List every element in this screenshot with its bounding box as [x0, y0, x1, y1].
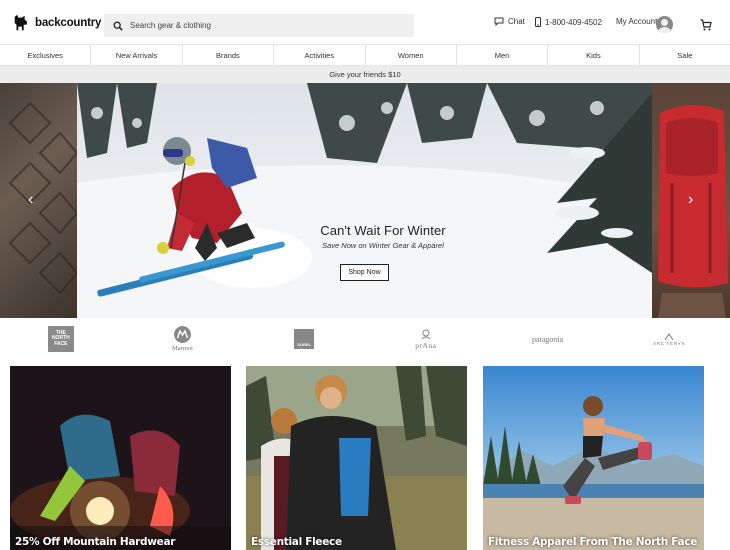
nav-item-men[interactable]: Men: [457, 45, 549, 65]
hero-carousel: ‹ › Can't Wait For Winter Save Now on Wi…: [0, 83, 730, 318]
goat-logo-icon: [14, 14, 28, 31]
chat-icon: [494, 17, 504, 26]
promo-tile-fitness-apparel[interactable]: Fitness Apparel From The North Face: [483, 366, 704, 550]
hero-title: Can't Wait For Winter: [320, 223, 446, 238]
hero-subtitle: Save Now on Winter Gear & Apparel: [322, 241, 444, 250]
brand-the-north-face[interactable]: THE NORTH FACE: [0, 318, 122, 360]
knit-pattern-image: [8, 101, 79, 295]
logo-text: backcountry: [35, 17, 102, 29]
promo-tile-essential-fleece[interactable]: Essential Fleece: [246, 366, 467, 550]
arcteryx-logo: ARC'TERYX: [652, 332, 686, 346]
hero-slide[interactable]: [77, 83, 652, 318]
cart-icon[interactable]: [700, 19, 712, 31]
nav-item-new-arrivals[interactable]: New Arrivals: [91, 45, 183, 65]
prana-wordmark: prAna: [415, 340, 437, 350]
brand-prana[interactable]: prAna: [365, 318, 487, 360]
avatar-icon[interactable]: [656, 16, 673, 33]
phone-icon: [535, 17, 541, 27]
nav-item-exclusives[interactable]: Exclusives: [0, 45, 92, 65]
promo-banner[interactable]: Give your friends $10: [0, 66, 730, 83]
the-north-face-logo: THE NORTH FACE: [47, 326, 74, 352]
nav-item-kids[interactable]: Kids: [548, 45, 640, 65]
marmot-logo: Marmot: [172, 326, 193, 352]
brand-arcteryx[interactable]: ARC'TERYX: [608, 318, 730, 360]
prana-leaf-icon: [421, 329, 431, 339]
promo-text: Give your friends $10: [329, 70, 401, 79]
shop-now-button[interactable]: Shop Now: [340, 264, 389, 281]
my-account-label: My Account: [616, 17, 658, 26]
carousel-next-arrow[interactable]: ›: [688, 191, 693, 209]
sorel-logo: SOREL: [294, 329, 315, 349]
camping-lantern-image: [10, 366, 231, 550]
search-bar[interactable]: [104, 14, 414, 37]
nav-item-sale[interactable]: Sale: [640, 45, 730, 65]
nav-item-activities[interactable]: Activities: [274, 45, 366, 65]
tile-caption-fitness-apparel: Fitness Apparel From The North Face: [488, 536, 698, 548]
brand-marmot[interactable]: Marmot: [122, 318, 244, 360]
search-input[interactable]: [130, 21, 400, 30]
skier-hero-image: [77, 83, 652, 318]
marmot-wordmark: Marmot: [172, 345, 193, 352]
prev-slide-preview[interactable]: [0, 83, 79, 318]
phone-number: 1-800-409-4502: [545, 17, 602, 27]
brand-strip: THE NORTH FACE Marmot SOREL prAna patago…: [0, 318, 730, 360]
fleece-couple-image: [246, 366, 467, 550]
hero-text-block: Can't Wait For Winter Save Now on Winter…: [303, 223, 463, 250]
nav-item-brands[interactable]: Brands: [183, 45, 275, 65]
brand-patagonia[interactable]: patagonia: [487, 318, 609, 360]
carousel-prev-arrow[interactable]: ‹: [28, 191, 33, 209]
marmot-m-icon: [174, 326, 191, 343]
site-header: backcountry Chat 1-800-409-4502 My Accou…: [0, 0, 730, 44]
lakeside-yoga-image: [483, 366, 704, 550]
patagonia-logo: patagonia: [531, 334, 564, 344]
arcteryx-wordmark: ARC'TERYX: [652, 340, 686, 346]
arcteryx-icon: [664, 332, 674, 340]
phone-link[interactable]: 1-800-409-4502: [535, 17, 602, 27]
promo-tile-mountain-hardwear[interactable]: 25% Off Mountain Hardwear: [10, 366, 231, 550]
prana-logo: prAna: [415, 329, 436, 350]
tile-caption-essential-fleece: Essential Fleece: [251, 536, 342, 548]
chat-label: Chat: [508, 17, 525, 26]
chat-link[interactable]: Chat: [494, 17, 525, 26]
my-account-link[interactable]: My Account: [616, 17, 657, 26]
brand-sorel[interactable]: SOREL: [243, 318, 365, 360]
search-icon: [113, 21, 123, 31]
main-nav: Exclusives New Arrivals Brands Activitie…: [0, 44, 730, 66]
nav-item-women[interactable]: Women: [366, 45, 457, 65]
logo[interactable]: backcountry: [12, 14, 101, 32]
tile-caption-mountain-hardwear: 25% Off Mountain Hardwear: [15, 536, 176, 548]
